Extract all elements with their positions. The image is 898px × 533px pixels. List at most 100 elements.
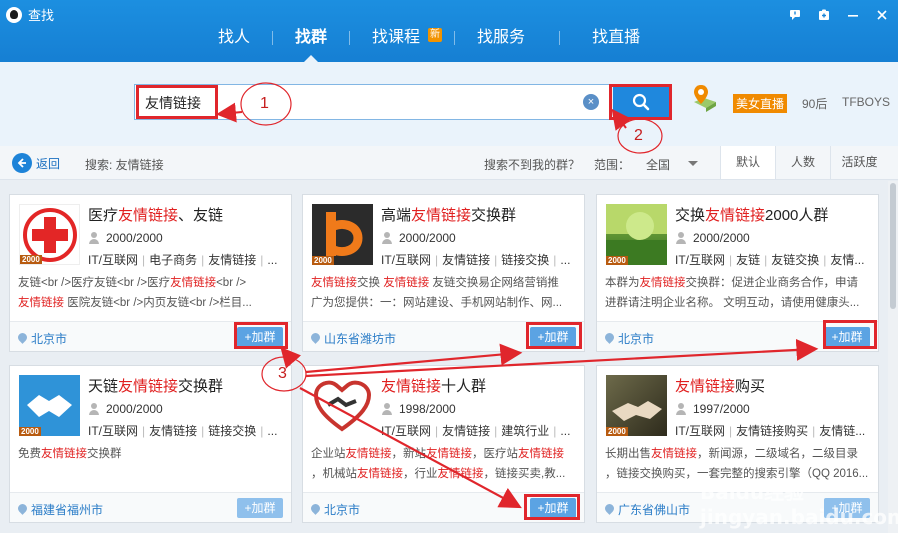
close-icon[interactable] — [867, 6, 896, 24]
qq-penguin-icon — [6, 6, 22, 23]
tab-find-live[interactable]: 找直播 — [560, 24, 660, 52]
members-icon — [675, 232, 687, 244]
tab-find-courses[interactable]: 找课程 新 — [350, 24, 454, 52]
keyword-highlight: 友情链接 — [639, 277, 686, 289]
minimize-icon[interactable] — [838, 6, 867, 24]
keyword-highlight: 友情链接 — [18, 297, 64, 309]
group-card[interactable]: 友情链接十人群 1998/2000 IT/互联网 | 友情链接 | 建筑行业 |... 企… — [302, 365, 585, 523]
join-group-button[interactable]: +加群 — [824, 498, 870, 518]
keyword-highlight: 友情链接 — [426, 448, 472, 460]
members-icon — [675, 403, 687, 415]
group-card[interactable]: 2000 高端友情链接交换群 2000/2000 IT/互联网 | 友情链接 | 链接交… — [302, 194, 585, 352]
map-location-icon[interactable] — [690, 82, 720, 114]
keyword-highlight: 友情链接 — [437, 468, 484, 480]
members-icon — [381, 232, 393, 244]
keyword-highlight: 友情链接 — [383, 277, 430, 289]
member-count: 2000/2000 — [88, 402, 163, 416]
app-title: 查找 — [6, 5, 54, 24]
search-input[interactable]: 友情链接 × — [134, 84, 610, 120]
group-card[interactable]: 2000 医疗友情链接、友链 2000/2000 IT/互联网 | 电子商务 | 友情链… — [9, 194, 292, 352]
hospital-cross-logo: 2000 — [19, 204, 80, 265]
join-group-button[interactable]: +加群 — [824, 327, 870, 347]
main-nav: 找人 找群 找课程 新 找服务 找直播 — [196, 24, 660, 62]
group-tags: IT/互联网 | 电子商务 | 友情链接 |... — [88, 253, 278, 267]
location-pin-icon — [605, 333, 614, 344]
new-badge: 新 — [428, 28, 443, 42]
range-label: 范围： — [594, 158, 631, 172]
group-avatar: 2000 — [312, 204, 373, 265]
member-count: 2000/2000 — [88, 231, 163, 245]
search-query-label: 搜索: 友情链接 — [85, 158, 164, 172]
range-select[interactable]: 全国 — [646, 156, 670, 173]
group-tags: IT/互联网 | 友情链接 | 链接交换 |... — [88, 424, 278, 438]
landscape-avatar: 2000 — [606, 204, 667, 265]
window-title: 查找 — [28, 8, 55, 23]
location-pin-icon — [311, 333, 320, 344]
keyword-highlight: 友情链接 — [170, 277, 217, 289]
location-pin-icon — [18, 504, 27, 515]
sort-tab-activity[interactable]: 活跃度 — [830, 146, 888, 179]
group-card[interactable]: 2000 友情链接购买 1997/2000 IT/互联网 | 友情链接购买 | 友情链.… — [596, 365, 879, 523]
keyword-highlight: 友情链接 — [41, 448, 87, 460]
keyword-highlight: 友情链接 — [518, 448, 564, 460]
member-count: 2000/2000 — [381, 231, 456, 245]
group-name[interactable]: 交换友情链接2000人群 — [675, 204, 828, 225]
tab-find-groups[interactable]: 找群 — [273, 24, 349, 62]
not-found-link[interactable]: 搜索不到我的群？ — [484, 156, 580, 173]
location-pin-icon — [18, 333, 27, 344]
member-count: 1998/2000 — [381, 402, 456, 416]
group-name[interactable]: 友情链接十人群 — [381, 375, 486, 396]
group-description: 企业站友情链接，新站友情链接，医疗站友情链接 ，机械站友情链接，行业友情链接，链… — [311, 448, 566, 480]
group-name[interactable]: 医疗友情链接、友链 — [88, 204, 223, 225]
sort-tab-default[interactable]: 默认 — [720, 146, 775, 179]
hot-word-90s[interactable]: 90后 — [802, 95, 827, 112]
back-label: 返回 — [36, 156, 61, 171]
group-card[interactable]: 2000 交换友情链接2000人群 2000/2000 IT/互联网 | 友链 | 友链… — [596, 194, 879, 352]
business-handshake-avatar: 2000 — [606, 375, 667, 436]
group-card[interactable]: 2000 天链友情链接交换群 2000/2000 IT/互联网 | 友情链接 | 链接交… — [9, 365, 292, 523]
search-area: 友情链接 × 美女直播 90后 TFBOYS — [0, 62, 898, 146]
group-name[interactable]: 高端友情链接交换群 — [381, 204, 516, 225]
group-location: 北京市 — [18, 330, 67, 347]
sort-tab-members[interactable]: 人数 — [775, 146, 830, 179]
join-group-button[interactable]: +加群 — [530, 327, 576, 347]
chevron-down-icon[interactable] — [688, 161, 698, 171]
group-location: 福建省福州市 — [18, 501, 103, 518]
heart-handshake-avatar — [312, 375, 373, 436]
tab-find-services[interactable]: 找服务 — [455, 24, 559, 52]
back-arrow-icon — [12, 153, 32, 173]
group-description: 本群为友情链接交换群：促进企业商务合作，申请 进群请注明企业名称。 文明互动，请… — [605, 277, 860, 309]
scroll-thumb[interactable] — [890, 183, 896, 309]
keyword-highlight: 友情链接 — [345, 448, 392, 460]
hot-word-tfboys[interactable]: TFBOYS — [842, 95, 890, 109]
group-tags: IT/互联网 | 友情链接 | 链接交换 |... — [381, 253, 571, 267]
group-description: 免费友情链接交换群 — [18, 448, 122, 460]
feedback-icon[interactable] — [780, 6, 809, 24]
group-location: 山东省潍坊市 — [311, 330, 396, 347]
group-location: 广东省佛山市 — [605, 501, 690, 518]
keyword-highlight: 友情链接 — [311, 277, 357, 289]
search-input-value: 友情链接 — [145, 95, 201, 111]
window-controls — [780, 6, 896, 24]
join-group-button[interactable]: +加群 — [237, 327, 283, 347]
group-name[interactable]: 友情链接购买 — [675, 375, 765, 396]
member-count: 2000/2000 — [675, 231, 750, 245]
search-button[interactable] — [613, 84, 669, 120]
location-pin-icon — [311, 504, 320, 515]
tab-find-people[interactable]: 找人 — [196, 24, 272, 52]
join-group-button[interactable]: +加群 — [530, 498, 576, 518]
members-icon — [88, 403, 100, 415]
hot-live-tag[interactable]: 美女直播 — [733, 94, 788, 113]
vertical-scrollbar[interactable] — [888, 181, 898, 533]
back-button[interactable]: 返回 — [12, 153, 60, 173]
location-pin-icon — [605, 504, 614, 515]
group-location: 北京市 — [311, 501, 360, 518]
group-tags: IT/互联网 | 友链 | 友链交换 | 友情... — [675, 253, 865, 267]
keyword-highlight: 友情链接 — [357, 468, 403, 480]
clear-icon[interactable]: × — [583, 94, 599, 110]
filter-bar: 返回 搜索: 友情链接 搜索不到我的群？ 范围： 全国 默认 人数 活跃度 — [0, 146, 898, 180]
skin-icon[interactable] — [809, 6, 838, 24]
join-group-button[interactable]: +加群 — [237, 498, 283, 518]
handshake-avatar: 2000 — [19, 375, 80, 436]
group-name[interactable]: 天链友情链接交换群 — [88, 375, 223, 396]
